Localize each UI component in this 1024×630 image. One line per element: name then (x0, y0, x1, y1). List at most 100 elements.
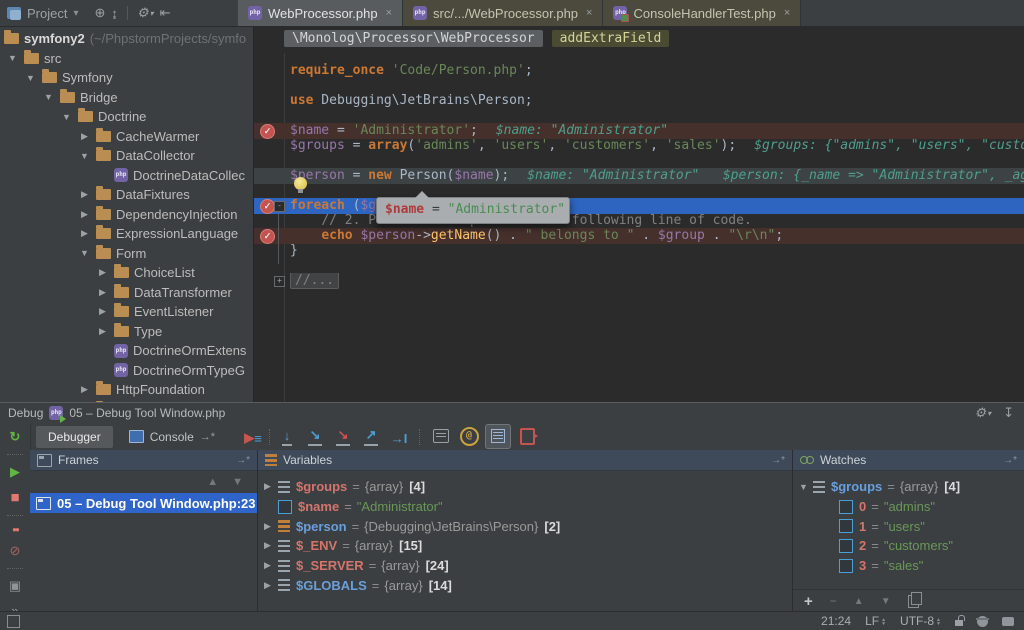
force-step-into-button[interactable]: ↘ (331, 426, 355, 447)
tree-toggle-icon[interactable]: ▶ (96, 306, 109, 317)
exit-button[interactable] (515, 426, 539, 447)
tree-toggle-icon[interactable]: ▶ (78, 189, 91, 200)
inline-values-toggle[interactable] (485, 424, 512, 449)
expand-toggle-icon[interactable]: ▼ (799, 482, 813, 492)
fold-marker-icon[interactable]: - (274, 201, 285, 212)
variable-row[interactable]: $name = "Administrator" (258, 497, 792, 517)
tree-item-DoctrineOrmTypeG[interactable]: php DoctrineOrmTypeG (0, 361, 253, 381)
tree-item-ExpressionLanguage[interactable]: ▶ ExpressionLanguage (0, 224, 253, 244)
tree-toggle-icon[interactable]: ▶ (78, 228, 91, 239)
breakpoint-icon[interactable]: ✓ (260, 124, 275, 139)
watch-row[interactable]: ▼ $groups = {array} [4] (793, 477, 1024, 497)
float-panel-icon[interactable]: →* (1003, 455, 1017, 466)
folded-region[interactable]: //... (290, 273, 340, 289)
run-to-cursor-button[interactable]: →I (387, 426, 411, 447)
line-separator-selector[interactable]: LF ▲ ▼ (865, 614, 886, 628)
expand-toggle-icon[interactable]: ▶ (264, 580, 278, 591)
tree-item-DoctrineOrmExtens[interactable]: php DoctrineOrmExtens (0, 341, 253, 361)
previous-frame-icon[interactable]: ▲ (207, 476, 218, 488)
editor-tab[interactable]: php src/.../WebProcessor.php × (403, 0, 604, 26)
close-tab-icon[interactable]: × (386, 7, 392, 19)
tree-toggle-icon[interactable]: ▶ (78, 384, 91, 395)
tree-item-src[interactable]: ▼ src (0, 49, 253, 69)
step-out-button[interactable]: ↗ (359, 426, 383, 447)
hide-tool-window-icon[interactable]: ↧ (1003, 405, 1014, 421)
hide-panel-icon[interactable]: ⇤ (160, 5, 171, 21)
move-watch-up-button[interactable]: ▲ (854, 596, 864, 607)
float-panel-icon[interactable]: →* (771, 455, 785, 466)
tree-root[interactable]: symfony2 (~/PhpstormProjects/symfo (0, 29, 253, 49)
close-tab-icon[interactable]: × (586, 7, 592, 19)
tree-item-EventListener[interactable]: ▶ EventListener (0, 302, 253, 322)
tree-item-DataFixtures[interactable]: ▶ DataFixtures (0, 185, 253, 205)
project-selector[interactable]: Project (27, 6, 67, 21)
tree-toggle-icon[interactable]: ▶ (96, 287, 109, 298)
remove-watch-button[interactable]: − (830, 594, 837, 608)
tree-item-DataCollector[interactable]: ▼ DataCollector (0, 146, 253, 166)
tree-item-HttpFoundation[interactable]: ▶ HttpFoundation (0, 380, 253, 400)
watch-row[interactable]: 2 = "customers" (793, 536, 1024, 556)
watch-row[interactable]: 3 = "sales" (793, 556, 1024, 576)
editor-tab[interactable]: php ConsoleHandlerTest.php × (603, 0, 802, 26)
expand-toggle-icon[interactable]: ▶ (264, 560, 278, 571)
rerun-button[interactable]: ↻ (6, 429, 24, 445)
watch-row[interactable]: 1 = "users" (793, 516, 1024, 536)
intention-bulb-icon[interactable] (294, 177, 307, 193)
move-watch-down-button[interactable]: ▼ (881, 596, 891, 607)
watch-row[interactable]: 0 = "admins" (793, 497, 1024, 517)
variable-row[interactable]: ▶ $_SERVER = {array} [24] (258, 556, 792, 576)
tree-item-CacheWarmer[interactable]: ▶ CacheWarmer (0, 127, 253, 147)
show-execution-point-button[interactable]: ▶ ≡ (241, 426, 265, 447)
breadcrumb-class[interactable]: \Monolog\Processor\WebProcessor (284, 30, 543, 47)
caret-position[interactable]: 21:24 (821, 614, 851, 628)
variable-row[interactable]: ▶ $GLOBALS = {array} [14] (258, 575, 792, 595)
expand-toggle-icon[interactable]: ▶ (264, 481, 278, 492)
tree-toggle-icon[interactable]: ▶ (96, 267, 109, 278)
xdebug-button[interactable]: @ (457, 426, 481, 447)
gear-icon[interactable]: ⚙ ▾ (974, 405, 991, 421)
tab-console[interactable]: Console →* (117, 426, 227, 448)
stop-button[interactable]: ■ (6, 489, 24, 506)
tree-item-DoctrineDataCollec[interactable]: php DoctrineDataCollec (0, 166, 253, 186)
tree-toggle-icon[interactable]: ▶ (96, 326, 109, 337)
collapse-all-icon[interactable]: ↨ (111, 6, 118, 21)
evaluate-expression-button[interactable] (429, 426, 453, 447)
add-watch-button[interactable]: + (804, 593, 813, 610)
tree-item-DataTransformer[interactable]: ▶ DataTransformer (0, 283, 253, 303)
step-over-button[interactable]: ↓ (275, 426, 299, 447)
tool-window-switcher-icon[interactable] (7, 614, 20, 628)
tree-item-ChoiceList[interactable]: ▶ ChoiceList (0, 263, 253, 283)
tree-toggle-icon[interactable]: ▶ (78, 131, 91, 142)
tab-debugger[interactable]: Debugger (36, 425, 113, 448)
breadcrumb-method[interactable]: addExtraField (551, 30, 670, 47)
tree-toggle-icon[interactable]: ▼ (60, 112, 73, 122)
encoding-selector[interactable]: UTF-8 ▲ ▼ (900, 614, 941, 628)
tree-toggle-icon[interactable]: ▼ (78, 248, 91, 258)
tree-toggle-icon[interactable]: ▶ (78, 209, 91, 220)
expand-toggle-icon[interactable]: ▶ (264, 540, 278, 551)
view-breakpoints-button[interactable]: ●● (6, 525, 24, 534)
tree-toggle-icon[interactable]: ▼ (6, 53, 19, 63)
tree-item-Doctrine[interactable]: ▼ Doctrine (0, 107, 253, 127)
variable-row[interactable]: ▶ $_ENV = {array} [15] (258, 536, 792, 556)
expand-toggle-icon[interactable]: ▶ (264, 521, 278, 532)
inspections-hector-icon[interactable] (976, 615, 989, 627)
event-log-bubble-icon[interactable] (1002, 616, 1014, 626)
tree-toggle-icon[interactable]: ▼ (42, 92, 55, 102)
tree-item-Form[interactable]: ▼ Form (0, 244, 253, 264)
close-tab-icon[interactable]: × (784, 7, 790, 19)
restore-layout-button[interactable]: ▣ (6, 578, 24, 594)
editor-tab[interactable]: php WebProcessor.php × (238, 0, 404, 26)
tree-toggle-icon[interactable]: ▼ (24, 73, 37, 83)
breakpoint-icon[interactable]: ✓ (260, 229, 275, 244)
frame-row-selected[interactable]: 05 – Debug Tool Window.php:23 (30, 493, 257, 513)
mute-breakpoints-button[interactable]: ⊘ (6, 543, 24, 559)
next-frame-icon[interactable]: ▼ (232, 476, 243, 488)
chevron-down-icon[interactable]: ▾ (73, 8, 78, 19)
lock-icon[interactable] (955, 615, 965, 626)
variable-row[interactable]: ▶ $person = {Debugging\JetBrains\Person} [2] (258, 516, 792, 536)
variable-row[interactable]: ▶ $groups = {array} [4] (258, 477, 792, 497)
step-into-button[interactable]: ↘ (303, 426, 327, 447)
tree-item-Symfony[interactable]: ▼ Symfony (0, 68, 253, 88)
resume-button[interactable]: ▶ (6, 464, 24, 480)
